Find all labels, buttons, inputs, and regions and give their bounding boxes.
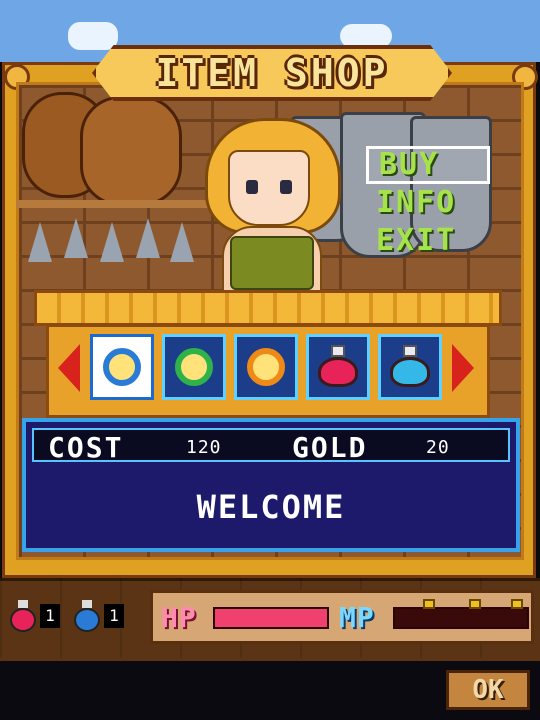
hp-bar [213, 607, 329, 629]
info-panel: COST 120 GOLD 20 WELCOME [22, 418, 520, 552]
orange-orb-icon [247, 348, 285, 386]
item-slot-3[interactable] [234, 334, 298, 400]
hp-mp-panel: HP MP [150, 590, 534, 644]
menu-item-buy[interactable]: BUY [366, 146, 490, 184]
item-slot-1[interactable] [90, 334, 154, 400]
menu-item-info[interactable]: INFO [366, 184, 490, 222]
cost-value: 120 [186, 437, 222, 458]
blue-potion-icon [74, 600, 100, 632]
scroll-left-arrow-icon[interactable] [58, 344, 80, 392]
shopkeeper-eye [246, 180, 258, 194]
page-title: ITEM SHOP [155, 51, 389, 95]
shopkeeper-eye [280, 180, 292, 194]
spike-decoration [170, 222, 194, 262]
mp-marker-icon [423, 599, 435, 609]
spike-decoration [136, 218, 160, 258]
red-potion-count: 1 [40, 604, 60, 628]
item-slot-2[interactable] [162, 334, 226, 400]
shop-menu: BUY INFO EXIT [366, 146, 490, 260]
cloud [340, 24, 392, 48]
hp-label: HP [161, 601, 197, 634]
shopkeeper-outfit [230, 236, 314, 290]
spike-decoration [100, 222, 124, 262]
item-slot-5[interactable] [378, 334, 442, 400]
red-potion-icon [316, 345, 360, 389]
hp-bar-fill [215, 609, 327, 627]
mp-label: MP [339, 601, 375, 634]
mp-bar [393, 599, 529, 629]
scroll-right-arrow-icon[interactable] [452, 344, 474, 392]
menu-item-exit[interactable]: EXIT [366, 222, 490, 260]
blue-potion-count: 1 [104, 604, 124, 628]
title-banner: ITEM SHOP [92, 45, 452, 101]
item-slot-4[interactable] [306, 334, 370, 400]
bread-decoration [80, 96, 182, 206]
mp-marker-icon [511, 599, 523, 609]
red-potion-icon [10, 600, 36, 632]
gold-value: 20 [426, 437, 450, 458]
spike-decoration [64, 218, 88, 258]
cost-label: COST [48, 431, 124, 464]
blue-potion-icon [388, 345, 432, 389]
blue-orb-icon [103, 348, 141, 386]
info-header: COST 120 GOLD 20 [32, 428, 510, 464]
green-orb-icon [175, 348, 213, 386]
mp-marker-icon [469, 599, 481, 609]
cloud [68, 22, 118, 50]
spike-decoration [28, 222, 52, 262]
counter-trim [34, 290, 502, 326]
shop-message: WELCOME [196, 488, 346, 526]
gold-label: GOLD [292, 431, 368, 464]
shopkeeper-face [228, 150, 310, 226]
ok-button[interactable]: OK [446, 670, 530, 710]
